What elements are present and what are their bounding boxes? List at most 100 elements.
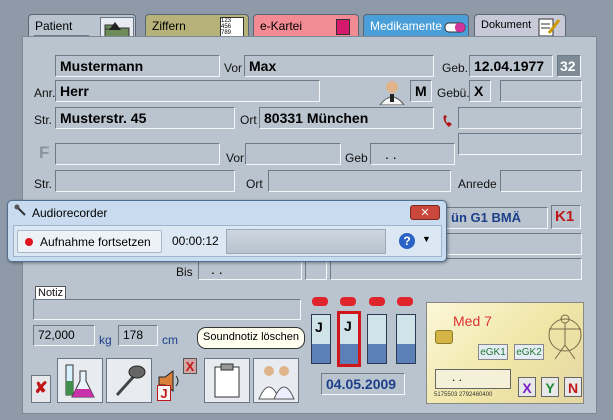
microphone-button[interactable] — [106, 358, 152, 403]
status-bar-3[interactable] — [367, 314, 387, 364]
geb-label: Geb. — [442, 61, 469, 75]
status-bar-1-label: J — [315, 319, 323, 335]
lab-flask-icon — [65, 364, 95, 398]
phone-icon[interactable] — [441, 113, 457, 129]
close-icon: ✕ — [420, 207, 430, 219]
vor-label: Vor — [224, 61, 243, 75]
record-dot-icon — [25, 238, 33, 246]
tab-patient-label: Patient — [35, 19, 73, 33]
card-x-button[interactable]: X — [518, 377, 536, 397]
egk2-button[interactable]: eGK2 — [514, 344, 544, 360]
card-file-icon — [336, 19, 350, 35]
notiz-label: Notiz — [35, 286, 67, 300]
phone-field-2[interactable] — [458, 133, 582, 155]
doctor-avatar-icon — [379, 81, 405, 105]
sound-note-delete-tooltip: Soundnotiz löschen — [197, 327, 305, 349]
ort-label: Ort — [240, 113, 257, 127]
card-n-button[interactable]: N — [564, 377, 582, 397]
recorder-toolbar: Aufnahme fortsetzen 00:00:12 ? ▼ — [13, 225, 442, 257]
status-bar-4[interactable] — [396, 314, 416, 364]
second-city-field[interactable] — [268, 170, 451, 192]
doctors-icon — [258, 366, 295, 400]
second-ort-label: Ort — [246, 177, 263, 191]
insurance-field[interactable]: ün G1 BMÄ — [446, 207, 548, 229]
lab-button[interactable] — [57, 358, 103, 403]
street-field[interactable]: Musterstr. 45 — [55, 107, 235, 129]
indicator-pill-4 — [397, 297, 413, 306]
gebue-field[interactable]: X — [469, 80, 491, 102]
birthdate-field[interactable]: 12.04.1977 — [469, 55, 553, 77]
card-numbers: 5175503 2792460400 — [434, 392, 493, 398]
help-dropdown-button[interactable]: ? ▼ — [396, 231, 436, 252]
status-bar-2[interactable]: J — [337, 311, 361, 367]
microphone-icon — [14, 204, 26, 216]
tab-medikamente-label: Medikamente — [370, 19, 443, 33]
notiz-field[interactable] — [33, 299, 301, 320]
tab-dokument-label: Dokument — [481, 19, 532, 31]
indicator-pill-1 — [312, 297, 328, 306]
date-field[interactable]: 04.05.2009 — [321, 373, 405, 395]
second-firstname-field[interactable] — [245, 143, 341, 165]
gebue-label: Gebü. — [437, 86, 470, 100]
clipboard-icon — [214, 363, 240, 398]
delete-button[interactable]: ✘ — [31, 375, 51, 403]
egk1-button[interactable]: eGK1 — [478, 344, 508, 360]
card-number-field[interactable]: . . — [435, 369, 511, 389]
clipboard-button[interactable] — [204, 358, 250, 403]
second-vor-label: Vor — [226, 151, 245, 165]
city-field[interactable]: 80331 München — [259, 107, 434, 129]
kg-label: kg — [99, 333, 112, 347]
record-time: 00:00:12 — [172, 234, 219, 248]
status-bar-2-label: J — [344, 318, 352, 334]
f-label: F — [39, 143, 50, 162]
second-street-field[interactable] — [55, 170, 235, 192]
audiorecorder-window: Audiorecorder ✕ Aufnahme fortsetzen 00:0… — [7, 200, 447, 262]
sex-field[interactable]: M — [410, 80, 432, 102]
microphone-large-icon — [115, 365, 146, 397]
document-edit-icon — [538, 18, 561, 37]
status-bar-3-fill — [368, 343, 386, 363]
record-continue-button[interactable]: Aufnahme fortsetzen — [17, 230, 162, 253]
tab-ekartei-label: e-Kartei — [260, 19, 303, 33]
audio-level-track — [226, 229, 386, 254]
firstname-field[interactable]: Max — [244, 55, 434, 77]
weight-field[interactable]: 72,000 — [33, 325, 95, 346]
k1-badge[interactable]: K1 — [551, 205, 581, 229]
calculator-icon: 123 456 789 — [220, 17, 244, 37]
cm-label: cm — [162, 333, 178, 347]
second-birthdate-field[interactable]: . . — [370, 143, 455, 165]
age-field: 32 — [557, 55, 581, 77]
card-y-button[interactable]: Y — [541, 377, 559, 397]
lastname-field[interactable]: Mustermann — [55, 55, 220, 77]
indicator-pill-3 — [369, 297, 385, 306]
anrede-label: Anrede — [458, 177, 497, 191]
phone-field[interactable] — [458, 107, 582, 129]
staff-button[interactable] — [253, 358, 299, 403]
pill-icon — [444, 22, 466, 33]
status-bar-2-fill — [340, 344, 358, 364]
status-bar-1[interactable]: J — [311, 314, 331, 364]
tab-ziffern-label: Ziffern — [152, 19, 186, 33]
vitruvian-icon — [548, 314, 582, 360]
anr-label: Anr. — [34, 86, 56, 100]
second-geb-label: Geb — [345, 151, 368, 165]
str-label: Str. — [34, 113, 53, 127]
height-field[interactable]: 178 — [118, 325, 158, 346]
indicator-pill-2 — [340, 297, 356, 306]
gebue-extra-field[interactable] — [500, 80, 582, 102]
health-card[interactable]: Med 7 eGK1 eGK2 . . 5175503 2792460400 X… — [426, 302, 584, 404]
anrede-field[interactable] — [500, 170, 582, 192]
record-continue-label: Aufnahme fortsetzen — [40, 235, 151, 249]
sound-note-button[interactable]: J X — [155, 358, 201, 403]
bis-label: Bis — [176, 265, 193, 279]
sound-note-x-badge: X — [183, 358, 197, 374]
second-name-field[interactable] — [55, 143, 220, 165]
status-bar-4-fill — [397, 343, 415, 363]
audiorecorder-title: Audiorecorder — [32, 206, 108, 220]
delete-x-icon: ✘ — [34, 380, 48, 397]
card-chip-icon — [435, 330, 453, 344]
salutation-field[interactable]: Herr — [55, 80, 320, 102]
help-icon: ? — [399, 233, 415, 249]
close-button[interactable]: ✕ — [410, 205, 440, 220]
chevron-down-icon: ▼ — [422, 234, 431, 244]
